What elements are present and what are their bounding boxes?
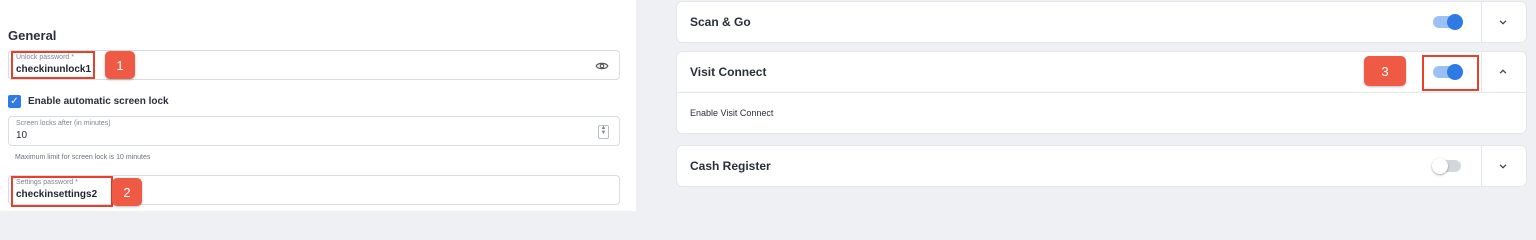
module-title: Visit Connect — [690, 65, 767, 79]
cash-register-toggle[interactable] — [1432, 158, 1461, 174]
auto-lock-label: Enable automatic screen lock — [28, 96, 169, 107]
screen-lock-minutes-field[interactable]: Screen locks after (in minutes) 10 ▲ ▼ — [8, 116, 620, 146]
chevron-down-icon[interactable] — [1496, 159, 1510, 173]
auto-lock-checkbox[interactable]: ✓ — [8, 95, 21, 108]
module-body-visit-connect: Enable Visit Connect — [677, 92, 1526, 133]
chevron-up-icon[interactable] — [1496, 65, 1510, 79]
callout-badge-2: 2 — [112, 178, 142, 206]
callout-highlight-1 — [11, 51, 95, 79]
stepper-icon[interactable]: ▲ ▼ — [598, 125, 609, 139]
callout-badge-1: 1 — [105, 51, 135, 79]
screen-lock-value: 10 — [16, 130, 28, 141]
chevron-down-icon[interactable] — [1496, 15, 1510, 29]
callout-badge-3: 3 — [1364, 56, 1406, 86]
scan-go-toggle[interactable] — [1433, 14, 1463, 30]
divider — [1481, 146, 1482, 186]
auto-lock-checkbox-row[interactable]: ✓ Enable automatic screen lock — [8, 95, 169, 108]
module-card-scan-go: Scan & Go — [677, 2, 1526, 42]
module-header-scan-go[interactable]: Scan & Go — [677, 2, 1526, 42]
toggle-knob — [1447, 14, 1463, 30]
screen-lock-hint: Maximum limit for screen lock is 10 minu… — [15, 154, 151, 161]
divider — [1481, 2, 1482, 42]
screen-lock-label: Screen locks after (in minutes) — [16, 120, 111, 127]
callout-highlight-3 — [1422, 55, 1479, 91]
module-title: Cash Register — [690, 159, 771, 173]
toggle-knob — [1432, 158, 1448, 174]
module-description: Enable Visit Connect — [690, 108, 774, 118]
divider — [1481, 52, 1482, 92]
general-settings-panel: General Unlock password * checkinunlock1… — [0, 0, 636, 211]
module-title: Scan & Go — [690, 15, 751, 29]
module-header-cash-register[interactable]: Cash Register — [677, 146, 1526, 186]
eye-icon[interactable] — [595, 59, 609, 73]
callout-highlight-2 — [11, 176, 113, 207]
module-card-cash-register: Cash Register — [677, 146, 1526, 186]
section-title: General — [8, 28, 57, 43]
unlock-password-field[interactable]: Unlock password * checkinunlock1 — [8, 50, 620, 80]
